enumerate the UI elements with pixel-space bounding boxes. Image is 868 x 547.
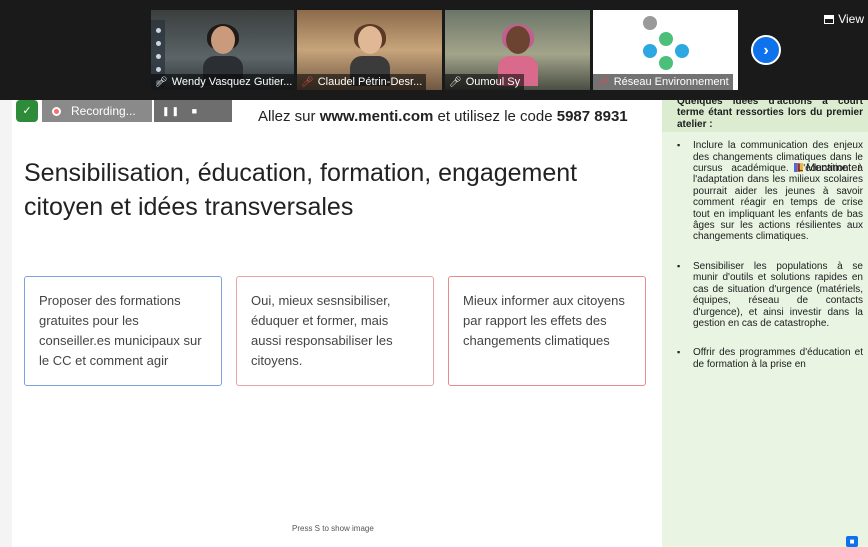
response-card: Oui, mieux sesnsibiliser, éduquer et for… xyxy=(236,276,434,386)
next-participants-button[interactable]: › xyxy=(751,35,781,65)
participant-tile-3[interactable]: 🎤︎ Oumoul Sy xyxy=(445,10,590,90)
menti-code: 5987 8931 xyxy=(556,108,628,125)
slide-title: Sensibilisation, éducation, formation, e… xyxy=(24,159,578,221)
list-item: Inclure la communication des enjeux des … xyxy=(677,140,863,243)
list-item: Offrir des programmes d'éducation et de … xyxy=(677,347,863,370)
recording-bar: ✓ Recording... ❚❚ ■ xyxy=(16,100,232,122)
notes-intro: Quelques idées d'actions à court terme é… xyxy=(677,96,863,130)
view-button[interactable]: View xyxy=(824,12,868,30)
participant-tile-4[interactable]: 🎤︎ Réseau Environnement xyxy=(593,10,738,90)
list-item: Sensibiliser les populations à se munir … xyxy=(677,261,863,329)
chevron-right-icon: › xyxy=(763,42,769,59)
participant-name-label: 🎤︎ Réseau Environnement xyxy=(593,74,733,90)
menti-url: www.menti.com xyxy=(319,108,434,125)
microphone-muted-icon: 🎤︎ xyxy=(597,77,610,88)
stop-icon[interactable]: ■ xyxy=(192,100,199,122)
organization-logo xyxy=(641,16,691,72)
recording-indicator[interactable]: Recording... xyxy=(42,100,152,122)
participant-avatar xyxy=(349,24,390,86)
participant-tile-1[interactable]: 🎤︎ Wendy Vasquez Gutier... xyxy=(151,10,294,90)
record-icon xyxy=(52,106,61,116)
participant-name-label: 🎤︎ Oumoul Sy xyxy=(445,74,525,90)
shield-icon[interactable]: ✓ xyxy=(16,100,38,122)
microphone-icon: 🎤︎ xyxy=(155,77,168,88)
notes-list: Inclure la communication des enjeux des … xyxy=(677,140,863,370)
grid-icon xyxy=(824,15,835,24)
participant-name-label: 🎤︎ Claudel Pétrin-Desr... xyxy=(297,74,427,90)
participant-tile-2[interactable]: 🎤︎ Claudel Pétrin-Desr... xyxy=(297,10,442,90)
pause-icon[interactable]: ❚❚ xyxy=(162,100,181,122)
recording-controls: ❚❚ ■ xyxy=(154,100,232,122)
notes-text: Quelques idées d'actions à court terme é… xyxy=(677,96,863,388)
participant-name-label: 🎤︎ Wendy Vasquez Gutier... xyxy=(151,74,294,90)
participant-strip: 🎤︎ Wendy Vasquez Gutier... 🎤︎ Claudel Pétr… xyxy=(0,0,868,100)
slide-hint: Press S to show image xyxy=(292,524,374,533)
microphone-muted-icon: 🎤︎ xyxy=(301,77,314,88)
menti-instructions: Allez sur www.menti.com et utilisez le c… xyxy=(258,108,628,125)
chat-icon[interactable]: ■ xyxy=(846,536,858,547)
response-card: Proposer des formations gratuites pour l… xyxy=(24,276,222,386)
participant-avatar xyxy=(202,24,243,86)
response-card: Mieux informer aux citoyens par rapport … xyxy=(448,276,646,386)
microphone-icon: 🎤︎ xyxy=(449,77,462,88)
participant-avatar xyxy=(497,24,538,86)
